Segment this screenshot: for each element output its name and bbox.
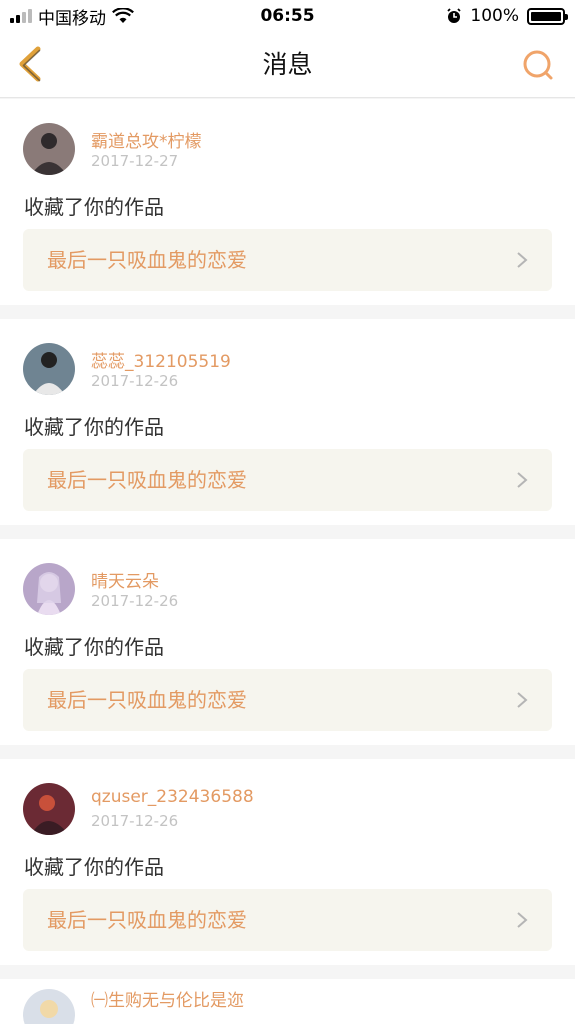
status-bar: 中国移动 06:55 100% [0,0,575,32]
work-title: 最后一只吸血鬼的恋爱 [47,468,247,492]
message-list: 霸道总攻*柠檬 2017-12-27 收藏了你的作品 最后一只吸血鬼的恋爱 蕊蕊… [0,99,575,1024]
avatar[interactable] [23,783,75,835]
battery-icon [527,7,568,25]
message-date: 2017-12-26 [91,372,179,390]
message-card: qzuser_232436588 2017-12-26 收藏了你的作品 最后一只… [0,759,575,965]
avatar[interactable] [23,563,75,615]
action-text: 收藏了你的作品 [24,855,164,879]
work-title: 最后一只吸血鬼的恋爱 [47,908,247,932]
avatar[interactable] [23,343,75,395]
action-text: 收藏了你的作品 [24,415,164,439]
work-link[interactable]: 最后一只吸血鬼的恋爱 [23,229,552,291]
chevron-right-icon [517,472,528,488]
work-link[interactable]: 最后一只吸血鬼的恋爱 [23,669,552,731]
work-link[interactable]: 最后一只吸血鬼的恋爱 [23,449,552,511]
action-text: 收藏了你的作品 [24,635,164,659]
avatar[interactable] [23,123,75,175]
work-title: 最后一只吸血鬼的恋爱 [47,688,247,712]
username[interactable]: 霸道总攻*柠檬 [91,127,202,152]
chevron-right-icon [517,252,528,268]
message-date: 2017-12-26 [91,812,179,830]
battery-percent: 100% [470,6,519,26]
username[interactable]: 蕊蕊_312105519 [91,347,231,372]
message-card: 霸道总攻*柠檬 2017-12-27 收藏了你的作品 最后一只吸血鬼的恋爱 [0,99,575,305]
username[interactable]: qzuser_232436588 [91,787,254,807]
search-icon[interactable] [519,46,557,84]
alarm-icon [447,8,462,23]
message-card: 蕊蕊_312105519 2017-12-26 收藏了你的作品 最后一只吸血鬼的… [0,319,575,525]
message-date: 2017-12-26 [91,592,179,610]
work-title: 最后一只吸血鬼的恋爱 [47,248,247,272]
work-link[interactable]: 最后一只吸血鬼的恋爱 [23,889,552,951]
username[interactable]: ㈠生购无与伦比是迩 [91,986,244,1011]
header-bar: 消息 [0,32,575,98]
message-card: 晴天云朵 2017-12-26 收藏了你的作品 最后一只吸血鬼的恋爱 [0,539,575,745]
chevron-right-icon [517,912,528,928]
chevron-right-icon [517,692,528,708]
avatar[interactable] [23,989,75,1024]
username[interactable]: 晴天云朵 [91,567,159,592]
message-card: ㈠生购无与伦比是迩 [0,979,575,1024]
status-right: 100% [446,0,568,32]
action-text: 收藏了你的作品 [24,195,164,219]
page-title: 消息 [262,50,313,79]
message-date: 2017-12-27 [91,152,179,170]
